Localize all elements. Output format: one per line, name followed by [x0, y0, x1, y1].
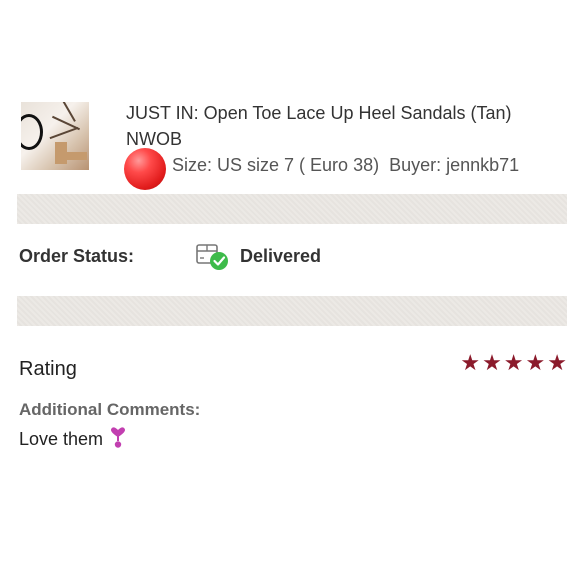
additional-comments-label: Additional Comments:: [19, 400, 201, 419]
red-ball-icon: [124, 148, 166, 190]
ring-shape: [21, 114, 43, 150]
buyer-text[interactable]: Buyer: jennkb71: [389, 155, 519, 175]
delivered-box-check-icon: [195, 240, 231, 272]
star-icon: ★: [460, 350, 481, 375]
listing-thumbnail[interactable]: [21, 102, 89, 170]
star-rating: ★ ★ ★ ★ ★: [460, 352, 567, 374]
order-status-label: Order Status:: [19, 246, 135, 266]
section-divider: [17, 194, 567, 224]
sandal-heel-shape: [55, 142, 67, 164]
sandal-strap-shape: [49, 126, 79, 140]
listing-meta: Size: US size 7 ( Euro 38) Buyer: jennkb7…: [172, 152, 519, 178]
star-icon: ★: [482, 350, 502, 375]
sandal-strap-shape: [62, 102, 76, 122]
sandal-sole-shape: [67, 152, 87, 160]
order-card: JUST IN: Open Toe Lace Up Heel Sandals (…: [17, 94, 567, 463]
comment-text: Love them: [19, 427, 126, 454]
star-icon: ★: [547, 350, 567, 375]
listing-row[interactable]: JUST IN: Open Toe Lace Up Heel Sandals (…: [17, 94, 567, 194]
rating-section: Rating ★ ★ ★ ★ ★ Additional Comments: Lo…: [17, 326, 567, 463]
order-status-row: Order Status: Delivered: [17, 224, 567, 296]
listing-title[interactable]: JUST IN: Open Toe Lace Up Heel Sandals (…: [126, 100, 556, 152]
star-icon: ★: [525, 350, 546, 375]
section-divider: [17, 296, 567, 326]
star-icon: ★: [503, 350, 524, 375]
heart-exclamation-icon: [110, 427, 126, 454]
order-status-value: Delivered: [240, 246, 322, 266]
size-text: Size: US size 7 ( Euro 38): [172, 155, 380, 175]
comment-body: Love them: [19, 429, 104, 449]
rating-label: Rating: [19, 358, 77, 380]
